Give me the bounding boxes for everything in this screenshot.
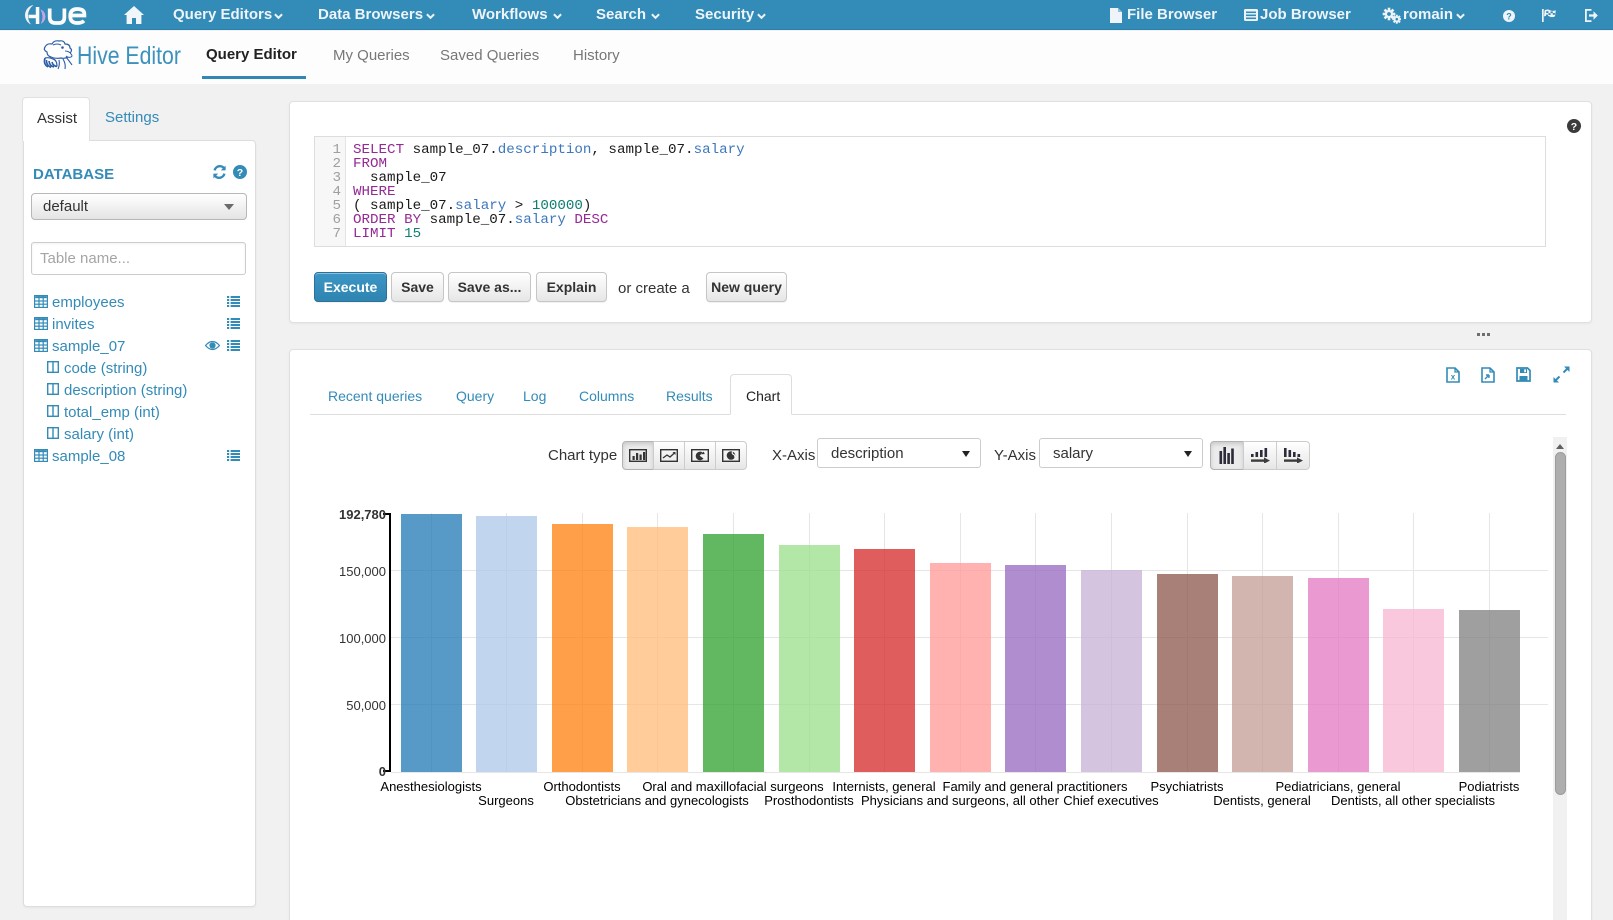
svg-text:x: x: [1451, 373, 1456, 382]
svg-text:?: ?: [1571, 121, 1577, 133]
svg-text:?: ?: [237, 167, 243, 179]
svg-text:?: ?: [1506, 11, 1512, 21]
